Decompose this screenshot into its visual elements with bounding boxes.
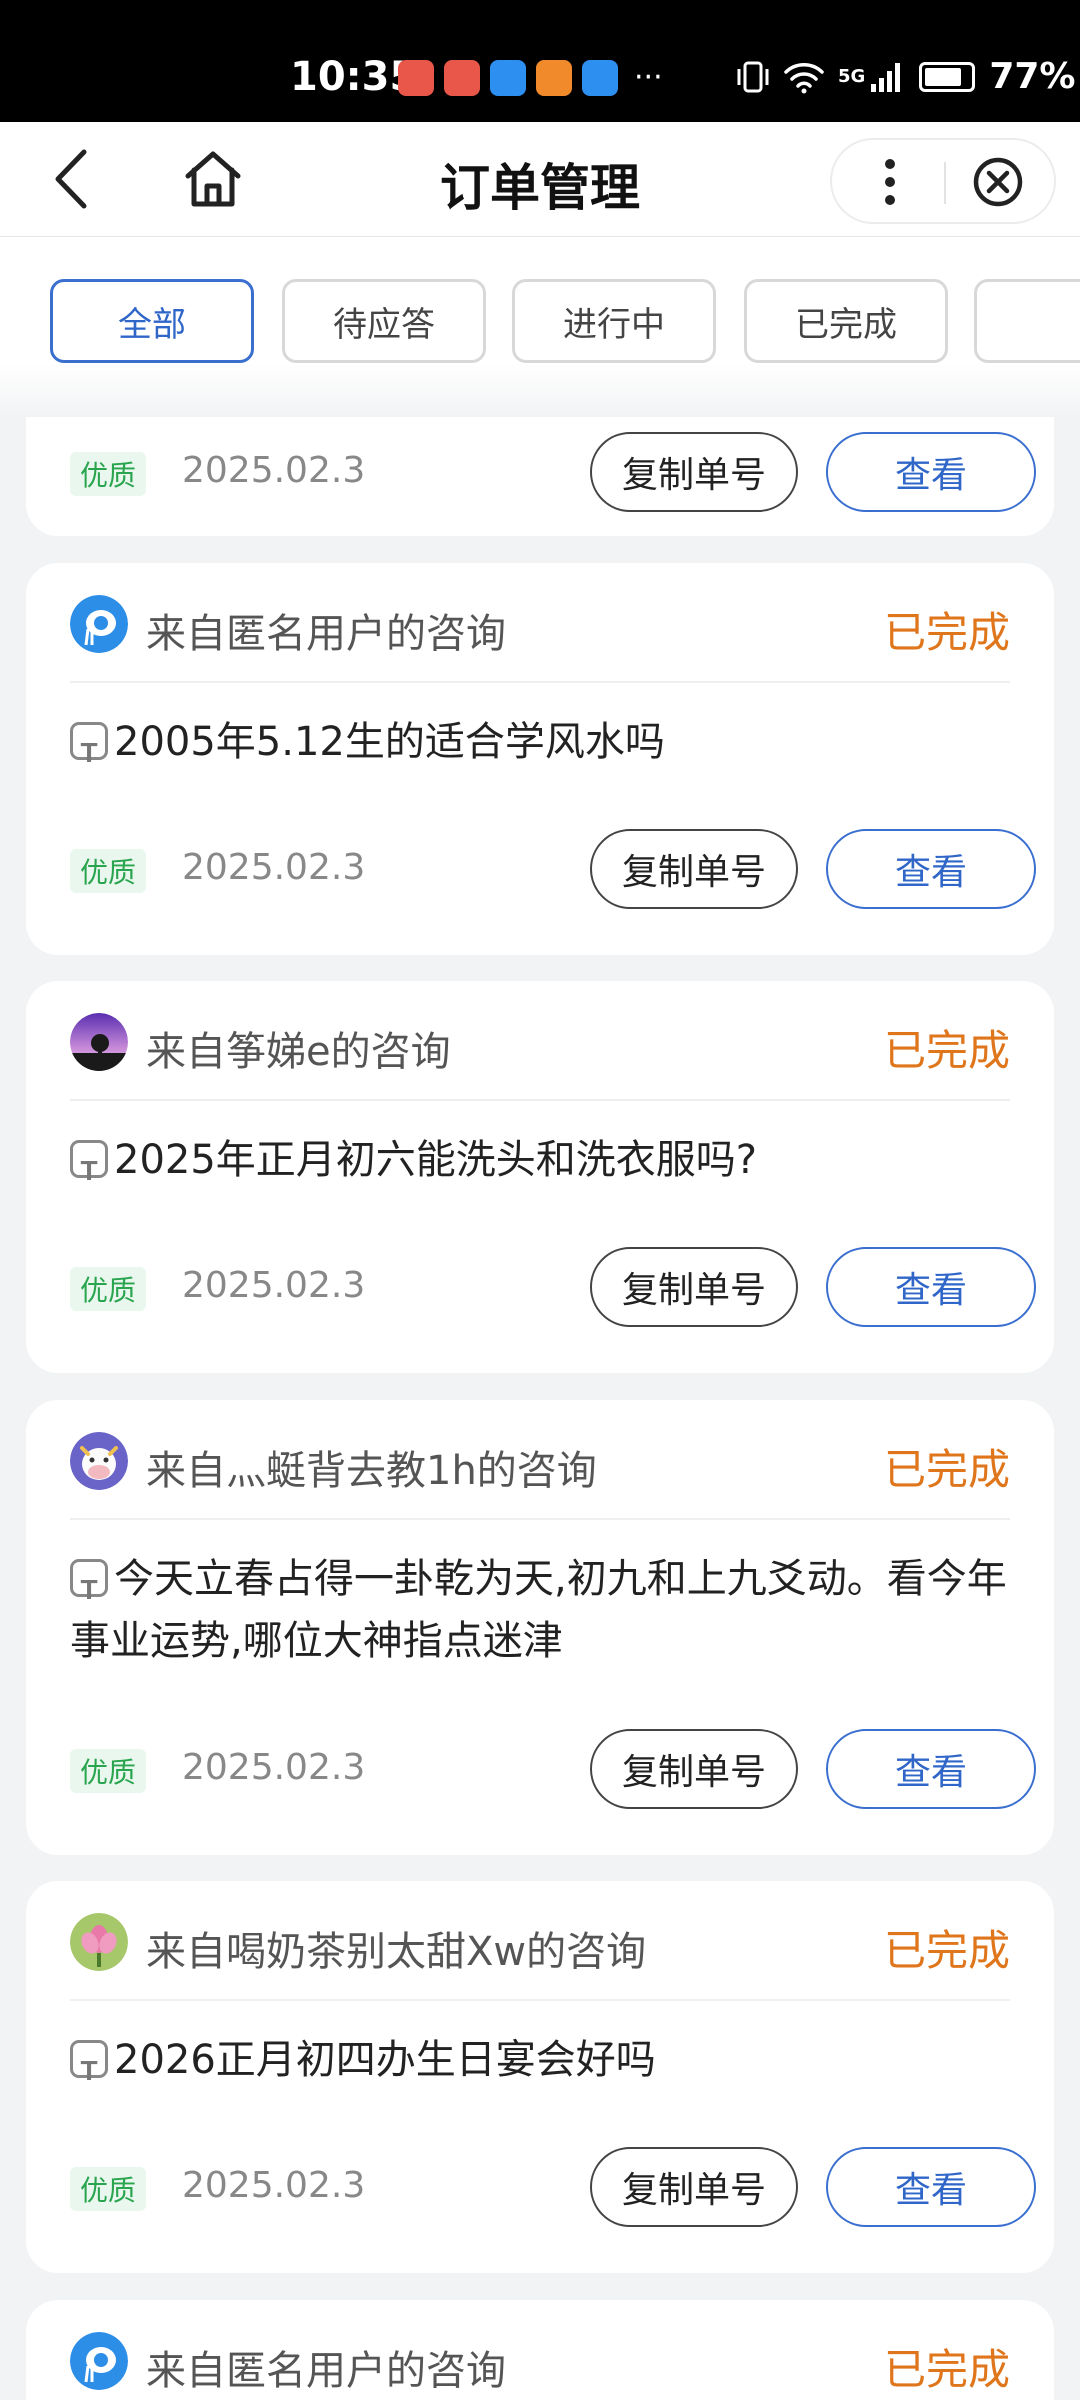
order-card-header: 来自匿名用户的咨询 已完成 <box>70 593 1010 657</box>
battery-icon <box>919 61 976 92</box>
order-card[interactable]: 来自喝奶茶别太甜Xw的咨询 已完成 2026正月初四办生日宴会好吗 优质 202… <box>26 1881 1054 2273</box>
order-card-header: 来自喝奶茶别太甜Xw的咨询 已完成 <box>70 1911 1010 1975</box>
anonymous-avatar-icon <box>70 2332 128 2390</box>
wifi-icon <box>784 62 824 93</box>
avatar <box>70 595 128 653</box>
capsule-divider <box>944 162 946 204</box>
consultation-source: 来自筝娣e的咨询 <box>146 1029 451 1075</box>
quality-badge: 优质 <box>70 849 147 893</box>
tab-pending[interactable]: 待应答 <box>282 279 486 363</box>
quality-badge: 优质 <box>70 1749 147 1793</box>
question-text: 2026正月初四办生日宴会好吗 <box>70 2029 1010 2102</box>
network-type: 5G <box>838 66 866 87</box>
consultation-source: 来自灬蜓背去教1h的咨询 <box>146 1448 597 1494</box>
question-text: 今天立春占得一卦乾为天,初九和上九爻动。看今年事业运势,哪位大神指点迷津 <box>70 1548 1010 1672</box>
quality-badge: 优质 <box>70 452 147 496</box>
quality-badge: 优质 <box>70 2167 147 2211</box>
tree-avatar-icon <box>70 1013 128 1071</box>
mini-program-capsule <box>830 138 1056 224</box>
app-icon <box>398 60 434 96</box>
view-order-button[interactable]: 查看 <box>826 2147 1036 2227</box>
anonymous-avatar-icon <box>70 595 128 653</box>
order-card-header: 来自灬蜓背去教1h的咨询 已完成 <box>70 1430 1010 1494</box>
text-type-icon <box>70 2040 108 2102</box>
filter-tabs: 全部 待应答 进行中 已完成 <box>0 237 1080 417</box>
battery-percent: 77% <box>989 56 1076 97</box>
cow-avatar-icon <box>70 1432 128 1490</box>
nav-bar: 订单管理 <box>0 122 1080 237</box>
view-order-button[interactable]: 查看 <box>826 432 1036 512</box>
tab-completed[interactable]: 已完成 <box>744 279 948 363</box>
divider <box>70 1999 1010 2001</box>
view-order-button[interactable]: 查看 <box>826 1729 1036 1809</box>
view-order-button[interactable]: 查看 <box>826 1247 1036 1327</box>
signal-icon <box>871 62 901 92</box>
question-text: 2025年正月初六能洗头和洗衣服吗? <box>70 1129 1010 1202</box>
question-text: 2005年5.12生的适合学风水吗 <box>70 711 1010 784</box>
order-date: 2025.02.3 <box>182 2165 366 2206</box>
status-bar: 10:35 ··· 5G 77% <box>0 0 1080 122</box>
question-content: 今天立春占得一卦乾为天,初九和上九爻动。看今年事业运势,哪位大神指点迷津 <box>70 1556 1007 1664</box>
order-status: 已完成 <box>883 1026 1010 1075</box>
order-list: 优质 2025.02.3 复制单号 查看 来自匿名用户的咨询 已完成 2005年… <box>0 417 1080 2400</box>
more-notifications: ··· <box>634 60 663 95</box>
tab-all[interactable]: 全部 <box>50 279 254 363</box>
consultation-source: 来自匿名用户的咨询 <box>146 2348 506 2394</box>
app-icon <box>536 60 572 96</box>
consultation-source: 来自喝奶茶别太甜Xw的咨询 <box>146 1929 647 1975</box>
close-circle-icon[interactable] <box>968 154 1028 210</box>
order-card-header: 来自筝娣e的咨询 已完成 <box>70 1011 1010 1075</box>
order-date: 2025.02.3 <box>182 847 366 888</box>
order-date: 2025.02.3 <box>182 1265 366 1306</box>
order-card-header: 来自匿名用户的咨询 已完成 <box>70 2330 1010 2394</box>
lotus-avatar-icon <box>70 1913 128 1971</box>
order-date: 2025.02.3 <box>182 1747 366 1788</box>
consultation-source: 来自匿名用户的咨询 <box>146 611 506 657</box>
order-date: 2025.02.3 <box>182 450 366 491</box>
order-status: 已完成 <box>883 1445 1010 1494</box>
order-card[interactable]: 来自匿名用户的咨询 已完成 2005年5.12生的适合学风水吗 优质 2025.… <box>26 563 1054 955</box>
text-type-icon <box>70 722 108 784</box>
order-card-footer: 优质 2025.02.3 复制单号 查看 <box>70 2147 1036 2227</box>
question-content: 2005年5.12生的适合学风水吗 <box>114 719 665 765</box>
question-content: 2025年正月初六能洗头和洗衣服吗? <box>114 1137 758 1183</box>
order-status: 已完成 <box>883 608 1010 657</box>
order-card-footer: 优质 2025.02.3 复制单号 查看 <box>70 829 1036 909</box>
copy-order-number-button[interactable]: 复制单号 <box>590 1729 798 1809</box>
text-type-icon <box>70 1559 108 1621</box>
order-card-footer: 优质 2025.02.3 复制单号 查看 <box>70 1729 1036 1809</box>
copy-order-number-button[interactable]: 复制单号 <box>590 829 798 909</box>
order-status: 已完成 <box>883 1926 1010 1975</box>
app-icon <box>490 60 526 96</box>
text-type-icon <box>70 1140 108 1202</box>
order-card[interactable]: 来自匿名用户的咨询 已完成 <box>26 2300 1054 2400</box>
tab-in-progress[interactable]: 进行中 <box>512 279 716 363</box>
more-vertical-icon[interactable] <box>860 154 920 210</box>
copy-order-number-button[interactable]: 复制单号 <box>590 1247 798 1327</box>
copy-order-number-button[interactable]: 复制单号 <box>590 432 798 512</box>
avatar <box>70 2332 128 2390</box>
quality-badge: 优质 <box>70 1267 147 1311</box>
status-app-icons: ··· <box>398 60 663 96</box>
order-card-footer: 优质 2025.02.3 复制单号 查看 <box>70 1247 1036 1327</box>
app-icon <box>582 60 618 96</box>
divider <box>70 1518 1010 1520</box>
copy-order-number-button[interactable]: 复制单号 <box>590 2147 798 2227</box>
app-icon <box>444 60 480 96</box>
divider <box>70 1099 1010 1101</box>
avatar <box>70 1013 128 1071</box>
avatar <box>70 1432 128 1490</box>
vibrate-icon <box>737 61 769 92</box>
question-content: 2026正月初四办生日宴会好吗 <box>114 2037 656 2083</box>
order-card[interactable]: 来自灬蜓背去教1h的咨询 已完成 今天立春占得一卦乾为天,初九和上九爻动。看今年… <box>26 1400 1054 1855</box>
order-status: 已完成 <box>883 2345 1010 2394</box>
avatar <box>70 1913 128 1971</box>
order-card: 优质 2025.02.3 复制单号 查看 <box>26 417 1054 536</box>
order-card-footer: 优质 2025.02.3 复制单号 查看 <box>70 432 1036 512</box>
status-indicators: 5G 77% <box>736 56 1075 97</box>
order-card[interactable]: 来自筝娣e的咨询 已完成 2025年正月初六能洗头和洗衣服吗? 优质 2025.… <box>26 981 1054 1373</box>
tab-more[interactable] <box>974 279 1080 363</box>
divider <box>70 681 1010 683</box>
view-order-button[interactable]: 查看 <box>826 829 1036 909</box>
